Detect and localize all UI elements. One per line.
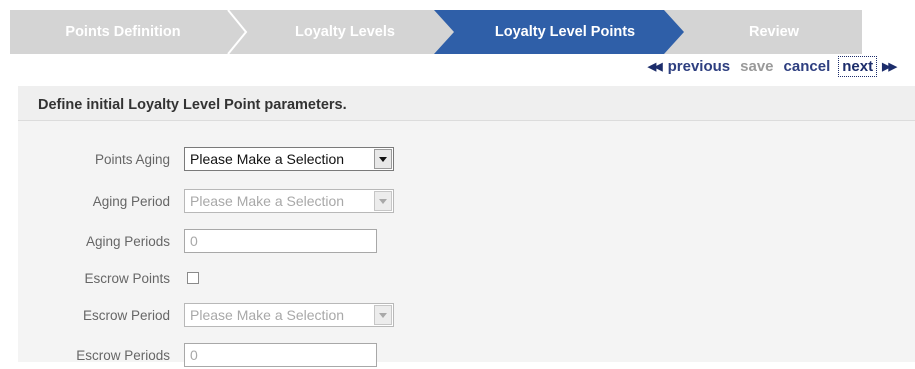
escrow-period-select[interactable]: Please Make a Selection — [184, 303, 394, 327]
step-loyalty-levels[interactable]: Loyalty Levels — [250, 10, 440, 54]
cancel-link[interactable]: cancel — [784, 58, 831, 75]
escrow-points-label: Escrow Points — [84, 271, 170, 286]
wizard-actions: ◀◀ previous save cancel next ▶▶ — [646, 55, 897, 77]
points-aging-value: Please Make a Selection — [190, 151, 345, 167]
step-loyalty-level-points[interactable]: Loyalty Level Points — [460, 10, 670, 54]
chevron-down-icon[interactable] — [374, 191, 392, 211]
escrow-period-value: Please Make a Selection — [190, 307, 345, 323]
panel-title: Define initial Loyalty Level Point param… — [38, 97, 347, 113]
aging-periods-label: Aging Periods — [85, 234, 170, 249]
aging-periods-row: Aging Periods 0 — [18, 229, 438, 255]
points-aging-select[interactable]: Please Make a Selection — [184, 147, 394, 171]
aging-periods-input[interactable]: 0 — [184, 229, 377, 253]
wizard-steps: Points Definition Loyalty Levels Loyalty… — [10, 10, 862, 54]
aging-period-label: Aging Period — [92, 194, 170, 209]
step-points-definition[interactable]: Points Definition — [18, 10, 228, 54]
points-aging-row: Points Aging Please Make a Selection — [18, 147, 438, 173]
panel-header: Define initial Loyalty Level Point param… — [18, 86, 915, 121]
aging-period-select[interactable]: Please Make a Selection — [184, 189, 394, 213]
escrow-periods-label: Escrow Periods — [76, 348, 170, 363]
previous-link[interactable]: previous — [668, 58, 731, 75]
next-arrows-icon: ▶▶ — [882, 60, 897, 73]
chevron-down-icon[interactable] — [374, 149, 392, 169]
step-review[interactable]: Review — [686, 10, 862, 54]
chevron-down-icon[interactable] — [374, 305, 392, 325]
previous-arrows-icon: ◀◀ — [647, 60, 663, 73]
aging-period-value: Please Make a Selection — [190, 193, 345, 209]
escrow-period-label: Escrow Period — [82, 308, 170, 323]
save-link[interactable]: save — [740, 58, 773, 75]
escrow-points-checkbox[interactable] — [187, 272, 199, 284]
next-link[interactable]: next — [838, 55, 878, 77]
escrow-points-row: Escrow Points — [18, 266, 438, 292]
escrow-period-row: Escrow Period Please Make a Selection — [18, 303, 438, 329]
aging-period-row: Aging Period Please Make a Selection — [18, 189, 438, 215]
parameters-panel: Define initial Loyalty Level Point param… — [18, 86, 915, 367]
escrow-periods-input[interactable]: 0 — [184, 343, 377, 367]
points-aging-label: Points Aging — [94, 152, 170, 167]
escrow-periods-row: Escrow Periods 0 — [18, 343, 438, 369]
